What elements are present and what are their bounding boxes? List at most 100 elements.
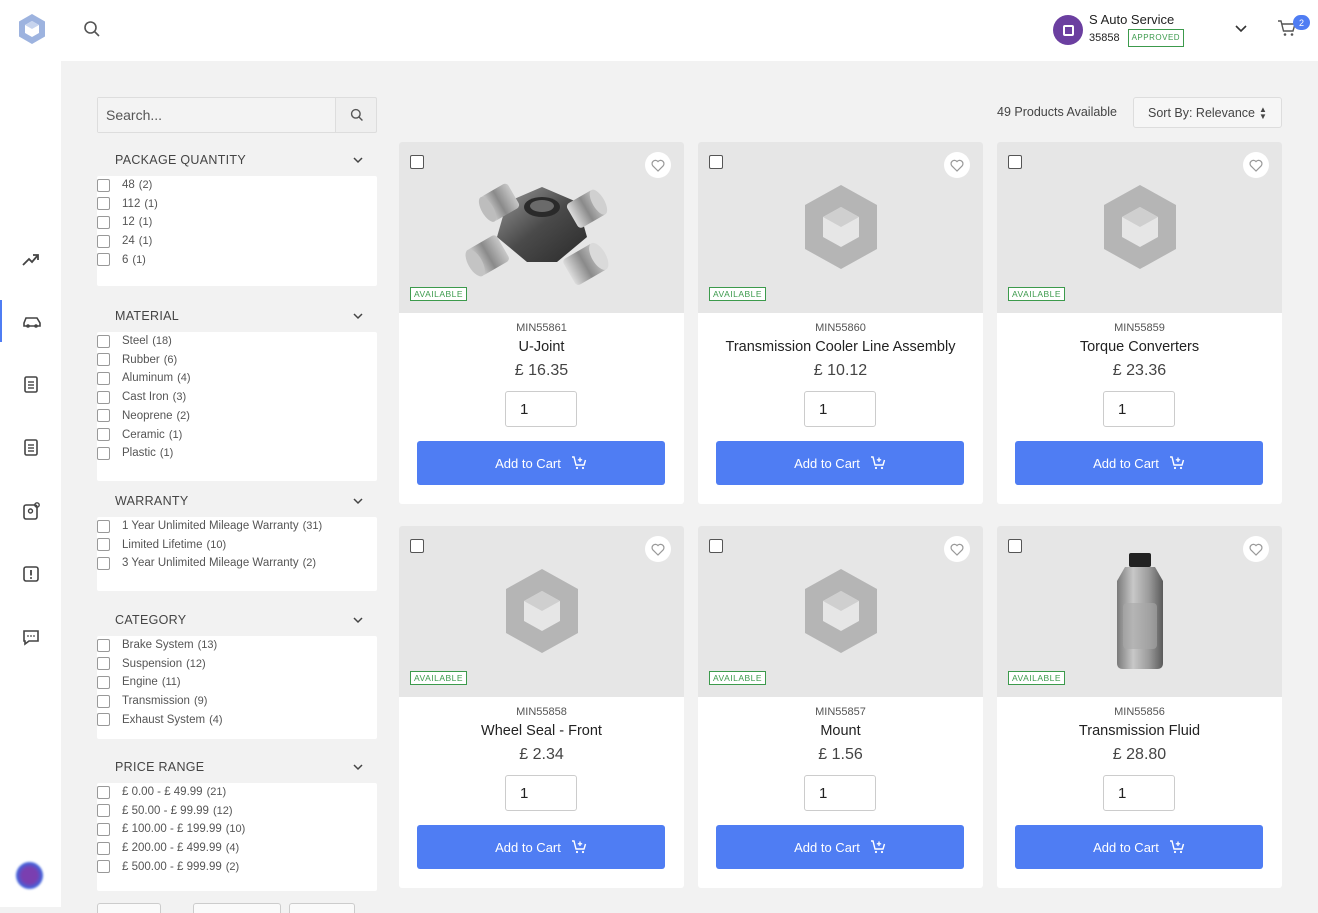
filter-checkbox[interactable] bbox=[97, 215, 110, 229]
filter-checkbox[interactable] bbox=[97, 860, 110, 874]
filter-option[interactable]: 1 Year Unlimited Mileage Warranty (31) bbox=[97, 518, 322, 534]
filter-option[interactable]: Aluminum (4) bbox=[97, 370, 191, 386]
filter-checkbox[interactable] bbox=[97, 694, 110, 708]
filter-header[interactable]: CATEGORY bbox=[97, 610, 377, 630]
compare-checkbox[interactable] bbox=[410, 155, 424, 169]
filter-checkbox[interactable] bbox=[97, 822, 110, 836]
chevron-down-icon[interactable] bbox=[1233, 22, 1249, 36]
compare-checkbox[interactable] bbox=[410, 539, 424, 553]
filter-checkbox[interactable] bbox=[97, 353, 110, 367]
filter-option[interactable]: £ 100.00 - £ 199.99 (10) bbox=[97, 821, 245, 837]
filter-option[interactable]: Neoprene (2) bbox=[97, 408, 190, 424]
favorite-button[interactable] bbox=[944, 536, 970, 562]
product-card[interactable]: AVAILABLE MIN55857 Mount £ 1.56 Add to Cart bbox=[698, 526, 983, 888]
filter-checkbox[interactable] bbox=[97, 428, 110, 441]
filter-checkbox[interactable] bbox=[97, 178, 110, 192]
favorite-button[interactable] bbox=[645, 536, 671, 562]
filter-checkbox[interactable] bbox=[97, 785, 110, 799]
filter-option[interactable]: Cast Iron (3) bbox=[97, 389, 186, 405]
filter-checkbox[interactable] bbox=[97, 638, 110, 652]
product-card[interactable]: AVAILABLE MIN55856 Transmission Fluid £ 28.… bbox=[997, 526, 1282, 888]
product-name[interactable]: Transmission Cooler Line Assembly bbox=[698, 339, 983, 355]
product-name[interactable]: Mount bbox=[698, 723, 983, 739]
filter-checkbox[interactable] bbox=[97, 409, 110, 423]
filter-header[interactable]: WARRANTY bbox=[97, 491, 377, 511]
quantity-input[interactable] bbox=[804, 775, 876, 811]
filter-option[interactable]: Steel (18) bbox=[97, 333, 172, 349]
filter-checkbox[interactable] bbox=[97, 538, 110, 552]
product-name[interactable]: Torque Converters bbox=[997, 339, 1282, 355]
product-card[interactable]: AVAILABLE MIN55859 Torque Converters £ 23.3… bbox=[997, 142, 1282, 504]
add-to-cart-button[interactable]: Add to Cart bbox=[1015, 441, 1263, 485]
quantity-input[interactable] bbox=[505, 391, 577, 427]
filter-header[interactable]: PACKAGE QUANTITY bbox=[97, 150, 377, 170]
filter-option[interactable]: £ 0.00 - £ 49.99 (21) bbox=[97, 784, 226, 800]
account-switcher[interactable]: S Auto Service 35858 APPROVED bbox=[1053, 13, 1185, 47]
filter-option[interactable]: Engine (11) bbox=[97, 674, 181, 690]
filter-checkbox[interactable] bbox=[97, 556, 110, 570]
favorite-button[interactable] bbox=[1243, 152, 1269, 178]
filter-option[interactable]: Plastic (1) bbox=[97, 445, 173, 461]
product-image[interactable]: AVAILABLE bbox=[997, 526, 1282, 697]
filter-checkbox[interactable] bbox=[97, 390, 110, 404]
compare-checkbox[interactable] bbox=[709, 155, 723, 169]
favorite-button[interactable] bbox=[1243, 536, 1269, 562]
filter-option[interactable]: Exhaust System (4) bbox=[97, 712, 223, 728]
add-to-cart-button[interactable]: Add to Cart bbox=[716, 825, 964, 869]
product-card[interactable]: AVAILABLE MIN55861 U-Joint £ 16.35 Add to Ca… bbox=[399, 142, 684, 504]
filter-checkbox[interactable] bbox=[97, 334, 110, 348]
nav-messages[interactable] bbox=[0, 616, 61, 658]
product-name[interactable]: Transmission Fluid bbox=[997, 723, 1282, 739]
add-to-cart-button[interactable]: Add to Cart bbox=[1015, 825, 1263, 869]
product-image[interactable]: AVAILABLE bbox=[399, 526, 684, 697]
nav-alerts[interactable] bbox=[0, 553, 61, 595]
filter-option[interactable]: Ceramic (1) bbox=[97, 427, 182, 443]
compare-checkbox[interactable] bbox=[709, 539, 723, 553]
add-to-cart-button[interactable]: Add to Cart bbox=[417, 441, 665, 485]
quantity-input[interactable] bbox=[505, 775, 577, 811]
compare-checkbox[interactable] bbox=[1008, 539, 1022, 553]
nav-invoices[interactable] bbox=[0, 426, 61, 468]
user-avatar[interactable] bbox=[16, 862, 43, 889]
filter-option[interactable]: Transmission (9) bbox=[97, 693, 207, 709]
product-image[interactable]: AVAILABLE bbox=[698, 526, 983, 697]
filter-option[interactable]: 6 (1) bbox=[97, 252, 146, 268]
filter-header[interactable]: PRICE RANGE bbox=[97, 757, 377, 777]
filter-checkbox[interactable] bbox=[97, 804, 110, 818]
product-image[interactable]: AVAILABLE bbox=[997, 142, 1282, 313]
product-image[interactable]: AVAILABLE bbox=[399, 142, 684, 313]
filter-header[interactable]: MATERIAL bbox=[97, 306, 377, 326]
filter-option[interactable]: 112 (1) bbox=[97, 196, 158, 212]
search-input[interactable] bbox=[98, 98, 336, 132]
filter-option[interactable]: £ 500.00 - £ 999.99 (2) bbox=[97, 859, 239, 875]
filter-option[interactable]: 24 (1) bbox=[97, 233, 152, 249]
nav-vehicles[interactable] bbox=[0, 300, 61, 342]
filter-option[interactable]: £ 200.00 - £ 499.99 (4) bbox=[97, 840, 239, 856]
sort-dropdown[interactable]: Sort By: Relevance ▲ ▼ bbox=[1133, 97, 1282, 128]
quantity-input[interactable] bbox=[1103, 775, 1175, 811]
filter-checkbox[interactable] bbox=[97, 253, 110, 267]
filter-checkbox[interactable] bbox=[97, 371, 110, 385]
nav-contacts[interactable] bbox=[0, 490, 61, 532]
price-max-input[interactable] bbox=[193, 903, 281, 913]
filter-checkbox[interactable] bbox=[97, 197, 110, 211]
filter-checkbox[interactable] bbox=[97, 841, 110, 855]
filter-option[interactable]: Brake System (13) bbox=[97, 637, 217, 653]
filter-option[interactable]: 48 (2) bbox=[97, 177, 152, 193]
favorite-button[interactable] bbox=[944, 152, 970, 178]
product-card[interactable]: AVAILABLE MIN55858 Wheel Seal - Front £ 2.3… bbox=[399, 526, 684, 888]
add-to-cart-button[interactable]: Add to Cart bbox=[716, 441, 964, 485]
quantity-input[interactable] bbox=[1103, 391, 1175, 427]
product-name[interactable]: Wheel Seal - Front bbox=[399, 723, 684, 739]
add-to-cart-button[interactable]: Add to Cart bbox=[417, 825, 665, 869]
price-apply-button[interactable] bbox=[289, 903, 355, 913]
nav-orders[interactable] bbox=[0, 363, 61, 405]
filter-option[interactable]: Suspension (12) bbox=[97, 656, 206, 672]
filter-checkbox[interactable] bbox=[97, 446, 110, 460]
price-min-input[interactable] bbox=[97, 903, 161, 913]
filter-option[interactable]: Rubber (6) bbox=[97, 352, 177, 368]
filter-option[interactable]: £ 50.00 - £ 99.99 (12) bbox=[97, 803, 233, 819]
filter-checkbox[interactable] bbox=[97, 675, 110, 689]
filter-option[interactable]: 12 (1) bbox=[97, 214, 152, 230]
filter-option[interactable]: Limited Lifetime (10) bbox=[97, 537, 226, 553]
